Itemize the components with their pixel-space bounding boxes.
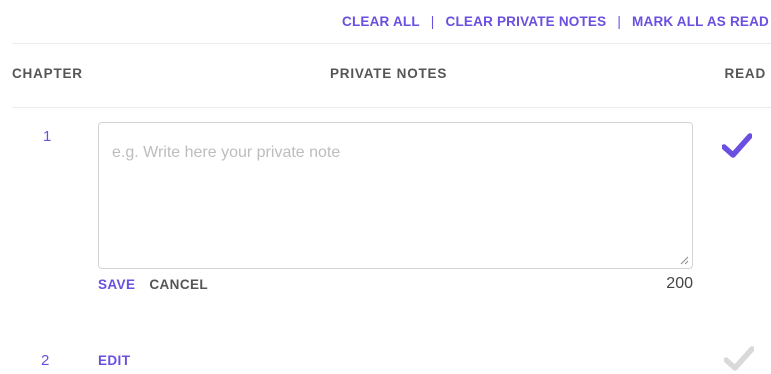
edit-note-button[interactable]: EDIT	[98, 353, 130, 368]
column-header-chapter: CHAPTER	[12, 66, 83, 81]
character-counter: 200	[666, 275, 693, 292]
save-note-button[interactable]: SAVE	[98, 277, 135, 292]
clear-private-notes-button[interactable]: CLEAR PRIVATE NOTES	[446, 14, 607, 29]
chapter-number: 2	[41, 352, 50, 369]
column-header-private-notes: PRIVATE NOTES	[330, 66, 448, 81]
column-header-read: READ	[724, 66, 766, 81]
action-separator: |	[617, 14, 622, 29]
read-checkmark-icon[interactable]	[722, 133, 752, 159]
mark-all-as-read-button[interactable]: MARK ALL AS READ	[632, 14, 769, 29]
action-separator: |	[430, 14, 435, 29]
chapter-number: 1	[43, 128, 52, 145]
clear-all-button[interactable]: CLEAR ALL	[342, 14, 420, 29]
private-note-textarea[interactable]: e.g. Write here your private note	[98, 122, 693, 269]
note-actions: SAVE CANCEL	[98, 277, 208, 292]
divider	[12, 107, 771, 108]
resize-handle-icon[interactable]	[680, 256, 689, 265]
cancel-note-button[interactable]: CANCEL	[149, 277, 208, 292]
note-placeholder: e.g. Write here your private note	[112, 144, 341, 161]
divider	[12, 43, 771, 44]
chapter-notes-panel: CLEAR ALL | CLEAR PRIVATE NOTES | MARK A…	[0, 0, 771, 374]
bulk-actions-bar: CLEAR ALL | CLEAR PRIVATE NOTES | MARK A…	[342, 14, 769, 29]
read-checkmark-icon[interactable]	[724, 346, 754, 372]
